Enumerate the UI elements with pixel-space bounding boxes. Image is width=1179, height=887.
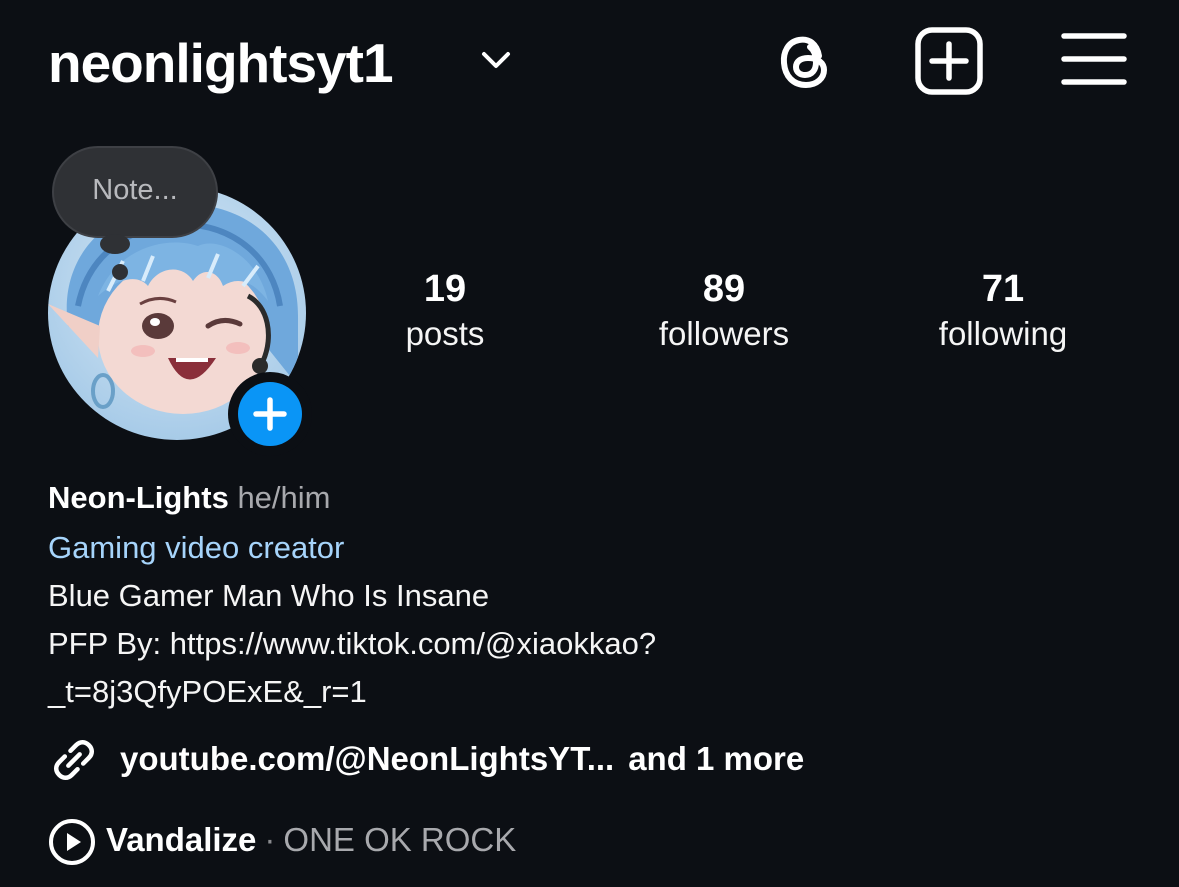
following-value: 71: [981, 268, 1025, 310]
threads-icon[interactable]: [772, 26, 842, 96]
plus-icon: [253, 397, 287, 431]
add-story-button[interactable]: [228, 372, 312, 456]
note-placeholder[interactable]: Note...: [52, 170, 218, 210]
profile-display-name: Neon-Lights: [48, 480, 229, 515]
bio-text-line: Blue Gamer Man Who Is Insane: [48, 578, 490, 613]
profile-username[interactable]: neonlightsyt1: [48, 28, 394, 98]
profile-category: Gaming video creator: [48, 530, 345, 565]
posts-label: posts: [405, 315, 485, 352]
posts-value: 19: [423, 268, 467, 310]
profile-name-line: Neon-Lights he/him: [48, 478, 330, 518]
bio-text-line: _t=8j3QfyPOExE&_r=1: [48, 674, 367, 709]
followers-count[interactable]: 89 followers: [604, 266, 844, 356]
music-artist[interactable]: ONE OK ROCK: [283, 821, 516, 858]
bio-text-line: PFP By: https://www.tiktok.com/@xiaokkao…: [48, 626, 657, 661]
music-song-title[interactable]: Vandalize: [106, 821, 256, 858]
play-circle-icon[interactable]: [48, 818, 96, 866]
following-count[interactable]: 71 following: [883, 266, 1123, 356]
external-link-url[interactable]: youtube.com/@NeonLightsYT...: [120, 740, 614, 777]
profile-music[interactable]: Vandalize · ONE OK ROCK: [106, 819, 516, 861]
followers-label: followers: [658, 315, 790, 352]
music-separator: ·: [264, 821, 276, 858]
note-bubble-tail-dot: [112, 264, 128, 280]
link-icon[interactable]: [48, 734, 100, 786]
following-label: following: [938, 315, 1068, 352]
profile-pronouns: he/him: [237, 480, 331, 515]
chevron-down-icon[interactable]: [480, 48, 512, 74]
note-bubble-tail: [100, 234, 130, 254]
posts-count[interactable]: 19 posts: [325, 266, 565, 356]
new-post-icon[interactable]: [914, 26, 984, 96]
external-link[interactable]: youtube.com/@NeonLightsYT... and 1 more: [120, 738, 804, 780]
menu-icon[interactable]: [1058, 26, 1128, 96]
followers-value: 89: [702, 268, 746, 310]
external-link-more[interactable]: and 1 more: [628, 740, 804, 777]
